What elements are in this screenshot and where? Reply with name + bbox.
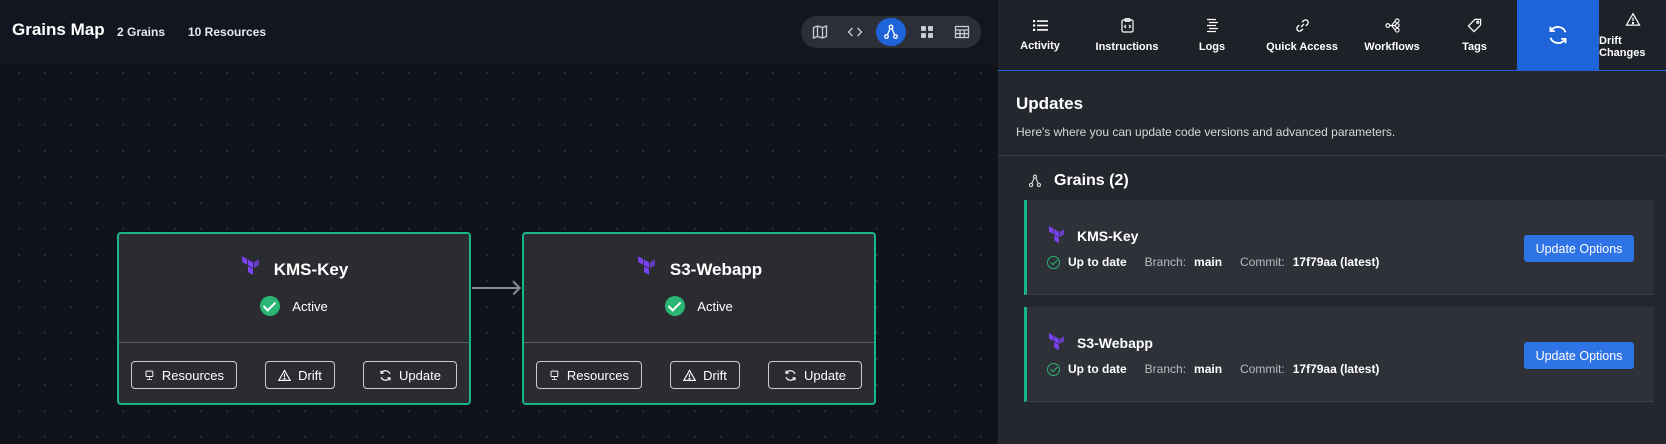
grain-status: Active bbox=[524, 296, 874, 316]
grain-node-header: KMS-Key Active bbox=[119, 234, 469, 343]
tab-logs[interactable]: Logs bbox=[1172, 0, 1252, 70]
terraform-icon bbox=[241, 256, 259, 275]
tab-drift-changes[interactable]: Drift Changes bbox=[1599, 0, 1666, 70]
instructions-icon bbox=[1120, 17, 1134, 33]
commit-value: 17f79aa (latest) bbox=[1292, 255, 1380, 269]
grain-update-card-kms-key: KMS-Key Up to date Branch: main Commit: … bbox=[1024, 200, 1654, 295]
map-icon bbox=[812, 25, 827, 39]
updates-title: Updates bbox=[1016, 94, 1084, 113]
card-title: KMS-Key bbox=[1047, 226, 1138, 246]
check-circle-icon bbox=[260, 296, 281, 316]
card-title: S3-Webapp bbox=[1047, 333, 1153, 353]
terraform-icon bbox=[1049, 333, 1065, 351]
refresh-icon bbox=[1549, 26, 1567, 44]
terraform-icon bbox=[638, 256, 655, 275]
drift-button[interactable]: Drift bbox=[670, 361, 740, 389]
grain-actions: Resources Drift Update bbox=[131, 361, 457, 389]
grain-name-label: S3-Webapp bbox=[669, 260, 763, 279]
app-root: Grains Map 2 Grains 10 Resources KMS-Key… bbox=[0, 0, 1666, 444]
grain-status-label: Active bbox=[292, 299, 328, 314]
branch-value: main bbox=[1194, 362, 1223, 376]
resources-button[interactable]: Resources bbox=[131, 361, 237, 389]
grain-node-kms-key[interactable]: KMS-Key Active Resources Drift Update bbox=[117, 232, 471, 405]
resources-button[interactable]: Resources bbox=[536, 361, 642, 389]
grains-count: 2 Grains bbox=[117, 25, 166, 39]
grain-status-label: Active bbox=[697, 299, 733, 314]
warning-icon bbox=[278, 368, 292, 381]
update-status: Up to date bbox=[1068, 362, 1127, 376]
graph-icon bbox=[1028, 174, 1042, 188]
grain-status: Active bbox=[119, 296, 469, 316]
tag-icon bbox=[1467, 18, 1482, 32]
link-icon bbox=[1295, 18, 1309, 32]
tab-quick-access[interactable]: Quick Access bbox=[1252, 0, 1352, 70]
tab-activity[interactable]: Activity bbox=[998, 0, 1082, 70]
grid-icon bbox=[920, 26, 933, 38]
grain-update-card-s3-webapp: S3-Webapp Up to date Branch: main Commit… bbox=[1024, 307, 1654, 402]
map-view-button[interactable] bbox=[805, 18, 835, 46]
check-circle-icon bbox=[665, 296, 686, 316]
refresh-icon bbox=[380, 369, 391, 381]
code-icon bbox=[847, 27, 863, 37]
grain-node-s3-webapp[interactable]: S3-Webapp Active Resources Drift Update bbox=[522, 232, 876, 405]
code-view-button[interactable] bbox=[841, 18, 871, 46]
grain-node-title: S3-Webapp bbox=[524, 256, 874, 280]
update-options-button[interactable]: Update Options bbox=[1524, 235, 1634, 262]
graph-icon bbox=[884, 24, 898, 39]
grain-node-title: KMS-Key bbox=[119, 256, 469, 280]
grid-view-button[interactable] bbox=[912, 18, 942, 46]
grains-map-canvas[interactable]: Grains Map 2 Grains 10 Resources KMS-Key… bbox=[0, 0, 998, 444]
grains-heading: Grains (2) bbox=[1028, 172, 1129, 190]
list-icon bbox=[1032, 19, 1048, 31]
logs-icon bbox=[1206, 18, 1218, 32]
view-switcher bbox=[801, 16, 981, 48]
panel-tabs: Activity Instructions Logs Quick Access … bbox=[998, 0, 1666, 71]
map-header: Grains Map 2 Grains 10 Resources bbox=[0, 0, 998, 64]
check-circle-icon bbox=[1047, 362, 1060, 376]
drift-button[interactable]: Drift bbox=[265, 361, 335, 389]
grain-dependency-arrow bbox=[472, 287, 518, 289]
table-icon bbox=[955, 25, 970, 39]
tab-tags[interactable]: Tags bbox=[1432, 0, 1517, 70]
update-status: Up to date bbox=[1068, 255, 1127, 269]
resources-count: 10 Resources bbox=[188, 25, 267, 39]
commit-value: 17f79aa (latest) bbox=[1292, 362, 1380, 376]
table-view-button[interactable] bbox=[947, 18, 977, 46]
card-meta: Up to date Branch: main Commit: 17f79aa … bbox=[1047, 362, 1379, 376]
branch-value: main bbox=[1194, 255, 1223, 269]
monitor-icon bbox=[145, 370, 154, 380]
warning-icon bbox=[1624, 11, 1641, 26]
refresh-icon bbox=[785, 369, 796, 381]
grain-actions: Resources Drift Update bbox=[536, 361, 862, 389]
update-button[interactable]: Update bbox=[768, 361, 862, 389]
check-circle-icon bbox=[1047, 255, 1060, 269]
update-options-button[interactable]: Update Options bbox=[1524, 342, 1634, 369]
tab-updates[interactable] bbox=[1517, 0, 1599, 70]
updates-description: Here's where you can update code version… bbox=[1016, 125, 1396, 139]
terraform-icon bbox=[1049, 226, 1065, 244]
graph-view-button[interactable] bbox=[876, 18, 906, 46]
monitor-icon bbox=[550, 370, 559, 380]
workflows-icon bbox=[1384, 17, 1400, 33]
update-button[interactable]: Update bbox=[363, 361, 457, 389]
card-meta: Up to date Branch: main Commit: 17f79aa … bbox=[1047, 255, 1379, 269]
map-title: Grains Map bbox=[12, 20, 105, 39]
divider bbox=[998, 155, 1666, 156]
grain-name-label: KMS-Key bbox=[273, 260, 349, 279]
warning-icon bbox=[683, 368, 697, 381]
grain-node-header: S3-Webapp Active bbox=[524, 234, 874, 343]
side-panel: Activity Instructions Logs Quick Access … bbox=[998, 0, 1666, 444]
tab-instructions[interactable]: Instructions bbox=[1082, 0, 1172, 70]
tab-workflows[interactable]: Workflows bbox=[1352, 0, 1432, 70]
